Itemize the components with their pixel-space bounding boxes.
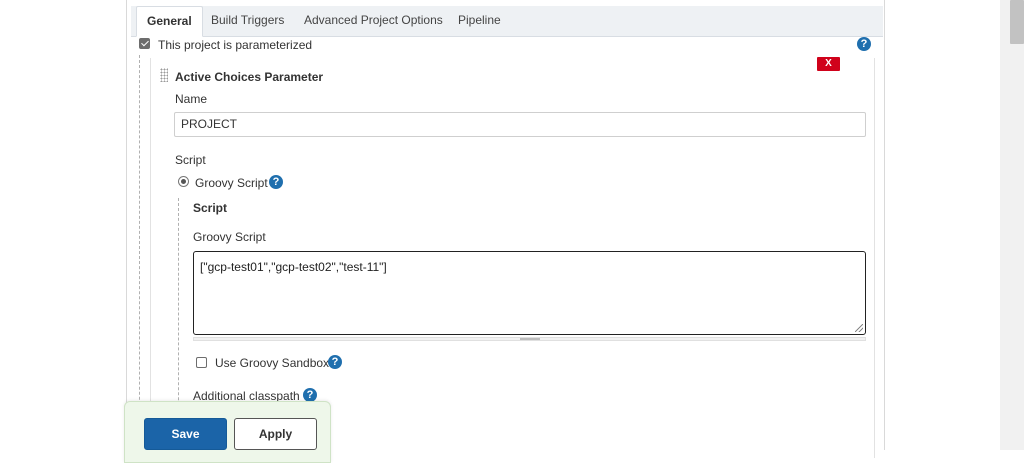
- parameter-title: Active Choices Parameter: [175, 70, 324, 84]
- parameterized-checkbox[interactable]: [139, 38, 150, 49]
- content-left-border: [126, 0, 127, 450]
- tab-general[interactable]: General: [136, 6, 203, 37]
- script-label: Script: [175, 153, 206, 167]
- groovy-script-label: Groovy Script: [193, 230, 266, 244]
- groovy-sandbox-checkbox[interactable]: [196, 357, 207, 368]
- groovy-script-content: ["gcp-test01","gcp-test02","test-11"]: [200, 260, 387, 274]
- groovy-script-radio[interactable]: [178, 176, 189, 187]
- apply-button[interactable]: Apply: [234, 418, 317, 450]
- tab-advanced-project-options[interactable]: Advanced Project Options: [294, 6, 453, 36]
- additional-classpath-help-icon[interactable]: ?: [303, 388, 317, 402]
- page-scroll-thumb[interactable]: [1010, 0, 1024, 44]
- groovy-sandbox-label: Use Groovy Sandbox: [215, 356, 330, 370]
- content-right-border: [884, 0, 885, 450]
- resize-grip-icon[interactable]: [855, 324, 863, 332]
- script-section-title: Script: [193, 201, 228, 215]
- groovy-script-help-icon[interactable]: ?: [269, 175, 283, 189]
- name-label: Name: [175, 92, 208, 106]
- drag-handle-icon[interactable]: [160, 68, 168, 82]
- parameterized-help-icon[interactable]: ?: [857, 37, 871, 51]
- groovy-script-textarea[interactable]: ["gcp-test01","gcp-test02","test-11"]: [193, 251, 866, 335]
- config-tabs: General Build Triggers Advanced Project …: [131, 6, 883, 37]
- tab-build-triggers[interactable]: Build Triggers: [201, 6, 294, 36]
- tab-pipeline[interactable]: Pipeline: [448, 6, 511, 36]
- parameterized-label: This project is parameterized: [158, 38, 313, 52]
- page-scrollbar[interactable]: [1000, 0, 1024, 450]
- name-input[interactable]: PROJECT: [174, 112, 866, 137]
- textarea-resize-bar[interactable]: [193, 337, 866, 341]
- groovy-sandbox-help-icon[interactable]: ?: [328, 355, 342, 369]
- parameter-list-guide: [139, 55, 140, 450]
- groovy-script-radio-label: Groovy Script: [195, 176, 268, 190]
- remove-parameter-button[interactable]: X: [817, 57, 840, 71]
- save-button[interactable]: Save: [144, 418, 227, 450]
